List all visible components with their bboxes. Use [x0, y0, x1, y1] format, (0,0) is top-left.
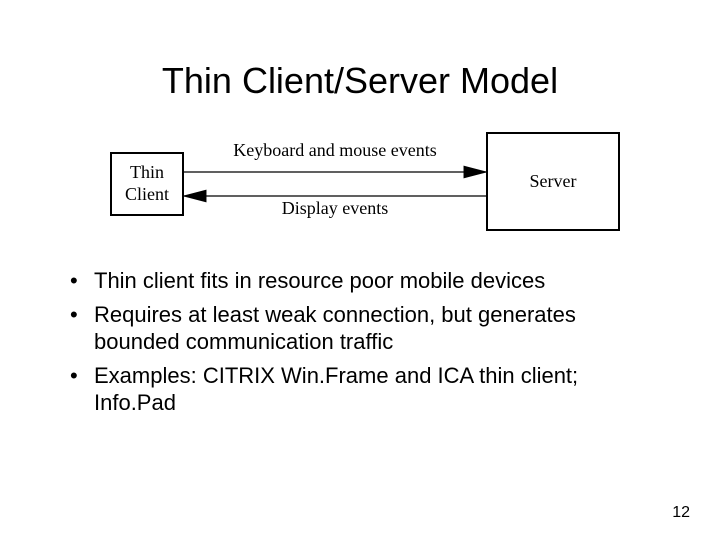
- client-box: Thin Client: [110, 152, 184, 216]
- server-box-label: Server: [530, 171, 577, 193]
- bottom-arrow-label: Display events: [182, 198, 488, 219]
- diagram: Thin Client Server Keyboard and mouse ev…: [80, 132, 640, 242]
- top-arrow-label: Keyboard and mouse events: [182, 140, 488, 161]
- list-item: Examples: CITRIX Win.Frame and ICA thin …: [90, 362, 660, 417]
- list-item: Requires at least weak connection, but g…: [90, 301, 660, 356]
- server-box: Server: [486, 132, 620, 231]
- client-box-label: Thin Client: [125, 162, 169, 205]
- arrow-right-icon: [182, 164, 488, 180]
- bullet-list: Thin client fits in resource poor mobile…: [60, 267, 660, 417]
- list-item: Thin client fits in resource poor mobile…: [90, 267, 660, 295]
- slide-title: Thin Client/Server Model: [50, 60, 670, 102]
- page-number: 12: [672, 504, 690, 522]
